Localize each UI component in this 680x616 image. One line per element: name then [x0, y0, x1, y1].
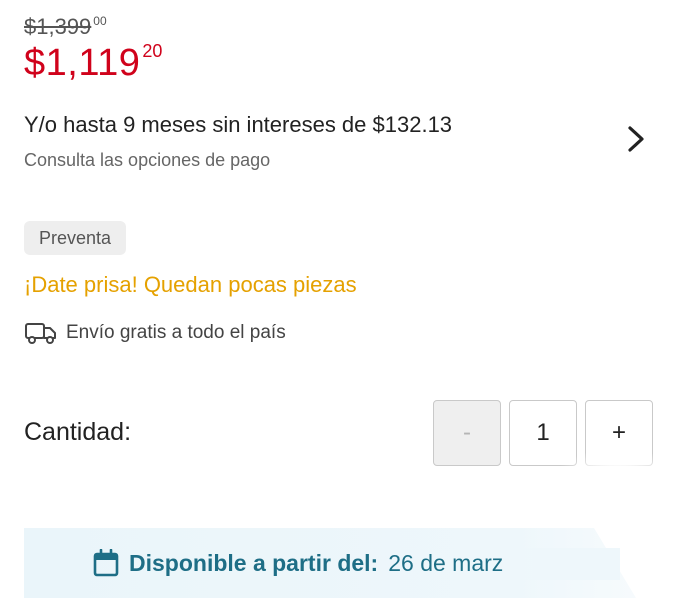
availability-content: Disponible a partir del: 26 de marz: [93, 548, 503, 578]
image-blur-artifact: [555, 450, 680, 520]
calendar-icon: [93, 548, 119, 577]
free-shipping-label: Envío gratis a todo el país: [66, 322, 286, 343]
current-price-amount: $1,119: [24, 42, 141, 84]
quantity-decrease-button[interactable]: -: [433, 400, 501, 466]
current-price-cents: 20: [142, 41, 163, 61]
original-price-cents: 00: [93, 14, 107, 28]
quantity-label: Cantidad:: [24, 418, 132, 446]
original-price: $1,399 00: [24, 14, 107, 40]
low-stock-alert: ¡Date prisa! Quedan pocas piezas: [24, 272, 357, 297]
banner-blur-artifact: [500, 548, 620, 580]
preorder-badge-label: Preventa: [39, 227, 112, 248]
current-price: $1,119 20: [24, 41, 163, 85]
preorder-badge: Preventa: [24, 221, 127, 255]
availability-date: 26 de marz: [388, 549, 504, 576]
availability-label: Disponible a partir del:: [129, 549, 379, 576]
original-price-amount: $1,399: [24, 14, 92, 39]
free-shipping-info: Envío gratis a todo el país: [24, 321, 286, 345]
payment-options-link[interactable]: Consulta las opciones de pago: [24, 150, 270, 171]
truck-icon: [24, 321, 58, 345]
installments-text[interactable]: Y/o hasta 9 meses sin intereses de $132.…: [24, 112, 452, 138]
chevron-right-icon[interactable]: [622, 124, 650, 154]
